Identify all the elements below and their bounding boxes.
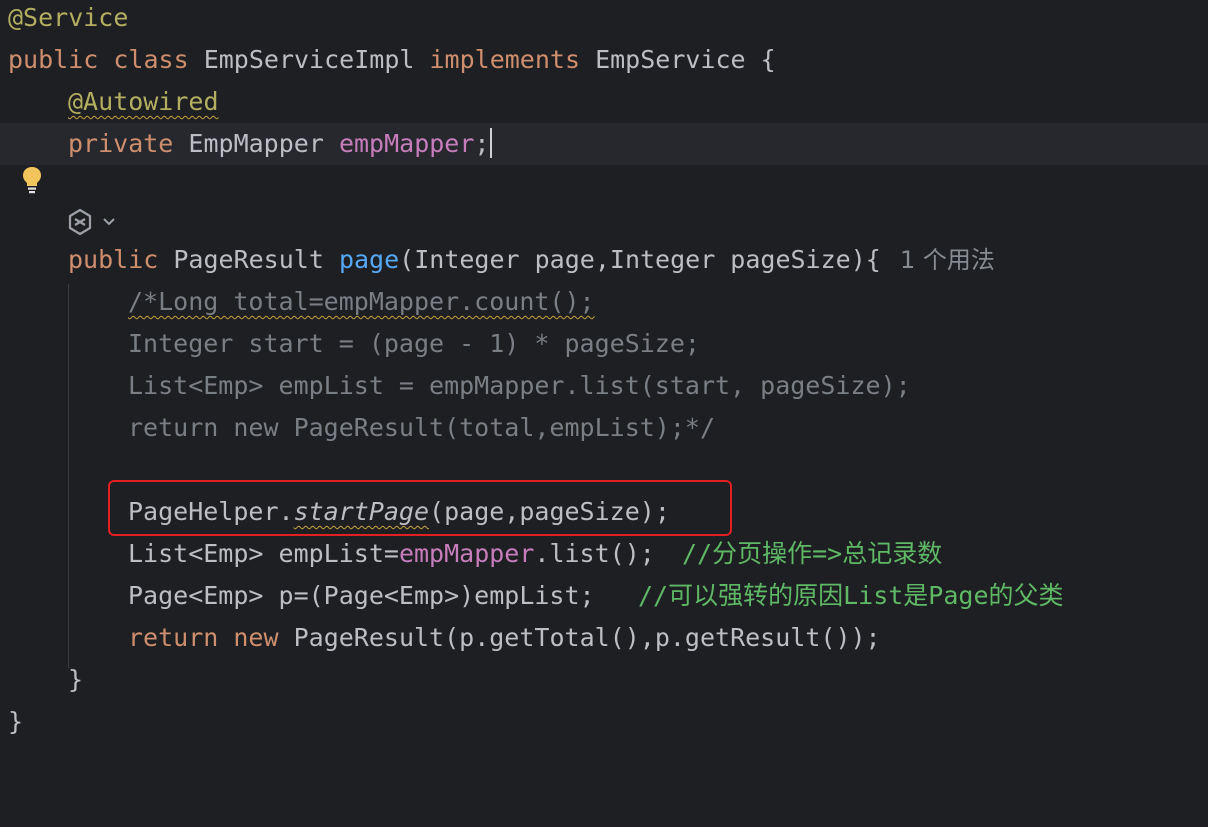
code-line-3[interactable]: @Autowired — [0, 81, 1208, 194]
code-line-6[interactable]: public PageResult page(Integer page,Inte… — [0, 239, 1208, 281]
code-line-2[interactable]: public class EmpServiceImpl implements E… — [0, 39, 1208, 81]
highlight-box — [108, 480, 732, 536]
class-declaration: public class EmpServiceImpl implements E… — [8, 45, 776, 74]
method-closing-brace: } — [68, 665, 84, 694]
code-line-17[interactable]: } — [0, 701, 1208, 743]
ai-assistant-icon[interactable] — [66, 204, 122, 238]
list-statement: List<Emp> empList=empMapper.list(); — [128, 539, 655, 568]
code-line-10[interactable]: return new PageResult(total,empList);*/ — [0, 407, 1208, 449]
cast-statement: Page<Emp> p=(Page<Emp>)empList; — [128, 581, 595, 610]
text-caret — [490, 128, 493, 158]
code-line-13[interactable]: List<Emp> empList=empMapper.list(); //分页… — [0, 533, 1208, 575]
inline-comment: //可以强转的原因List是Page的父类 — [638, 581, 1064, 610]
code-editor[interactable]: @Service public class EmpServiceImpl imp… — [0, 0, 1208, 744]
class-closing-brace: } — [8, 707, 24, 736]
comment-line: Integer start = (page - 1) * pageSize; — [128, 329, 700, 358]
usage-hint[interactable]: 1 个用法 — [900, 239, 995, 281]
field-declaration: private EmpMapper empMapper; — [68, 123, 493, 165]
autowired-annotation: @Autowired — [68, 87, 219, 116]
code-line-14[interactable]: Page<Emp> p=(Page<Emp>)empList; //可以强转的原… — [0, 575, 1208, 617]
code-line-1[interactable]: @Service — [0, 0, 1208, 39]
code-line-16[interactable]: } — [0, 659, 1208, 701]
code-line-8[interactable]: Integer start = (page - 1) * pageSize; — [0, 323, 1208, 365]
comment-line: /*Long total=empMapper.count(); — [128, 287, 595, 316]
code-line-7[interactable]: /*Long total=empMapper.count(); — [0, 281, 1208, 323]
code-line-15[interactable]: return new PageResult(p.getTotal(),p.get… — [0, 617, 1208, 659]
comment-line: List<Emp> empList = empMapper.list(start… — [128, 371, 911, 400]
comment-line: return new PageResult(total,empList);*/ — [128, 413, 715, 442]
code-line-4[interactable]: private EmpMapper empMapper; — [0, 123, 1208, 165]
code-line-9[interactable]: List<Emp> empList = empMapper.list(start… — [0, 365, 1208, 407]
service-annotation: @Service — [8, 3, 129, 32]
method-declaration: public PageResult page(Integer page,Inte… — [68, 245, 881, 274]
return-statement: return new PageResult(p.getTotal(),p.get… — [128, 623, 881, 652]
inline-comment: //分页操作=>总记录数 — [682, 539, 943, 568]
